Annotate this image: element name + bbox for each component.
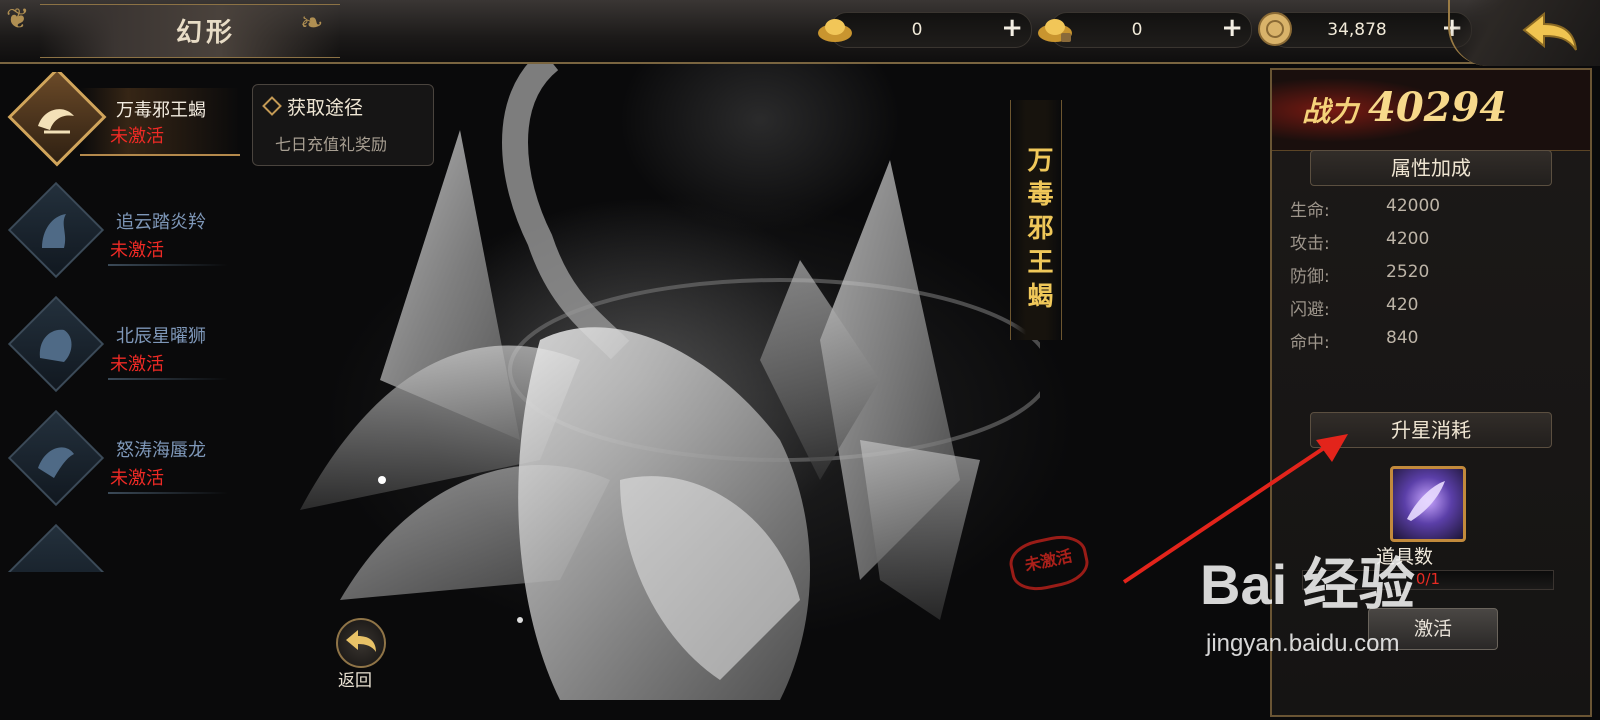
lion-icon <box>39 329 72 362</box>
attr-row: 攻击: 4200 <box>1290 229 1570 259</box>
add-gold-button[interactable]: + <box>1001 13 1023 43</box>
currency-bound-gold: 0 + <box>1038 12 1252 48</box>
attr-name: 防御: <box>1290 267 1330 287</box>
power-label: 战力 <box>1302 95 1359 128</box>
antelope-icon <box>42 214 66 248</box>
scorpion-icon <box>38 109 74 134</box>
attr-row: 生命: 42000 <box>1290 196 1570 226</box>
divider <box>108 264 228 266</box>
feather-item-icon <box>1407 481 1445 521</box>
attr-row: 命中: 840 <box>1290 328 1570 358</box>
form-name: 怒涛海蜃龙 <box>116 440 206 461</box>
upgrade-item-slot[interactable] <box>1390 466 1466 542</box>
bound-gold-ingot-icon <box>1038 19 1072 42</box>
form-status: 未激活 <box>110 126 164 147</box>
attr-section-title: 属性加成 <box>1310 150 1552 186</box>
divider <box>108 492 228 494</box>
attr-value: 840 <box>1386 328 1419 348</box>
currency-value: 34,878 <box>1327 20 1387 40</box>
diamond-icon <box>262 96 282 116</box>
form-name: 北辰星曜狮 <box>116 326 206 347</box>
watermark-url: jingyan.baidu.com <box>1206 630 1400 657</box>
currency-value: 0 <box>911 20 923 40</box>
form-list[interactable]: 万毒邪王蝎 未激活 追云踏炎羚 未激活 北辰星曜狮 未激活 怒涛海蜃龙 未激活 <box>0 72 240 572</box>
form-item[interactable]: 北辰星曜狮 未激活 <box>0 295 240 400</box>
attr-row: 防御: 2520 <box>1290 262 1570 292</box>
form-item[interactable]: 怒涛海蜃龙 未激活 <box>0 409 240 514</box>
combat-power: 战力 40294 <box>1272 70 1590 151</box>
baidu-watermark: Bai 经验 jingyan.baidu.com <box>1200 540 1580 670</box>
form-name: 追云踏炎羚 <box>116 212 206 233</box>
form-status: 未激活 <box>110 354 164 375</box>
coin-icon <box>1258 12 1292 46</box>
acquire-source: 七日充值礼奖励 <box>275 135 388 154</box>
divider <box>108 378 228 380</box>
add-bound-gold-button[interactable]: + <box>1221 13 1243 43</box>
attr-value: 42000 <box>1386 196 1441 216</box>
form-item[interactable]: 万毒邪王蝎 未激活 <box>0 72 240 172</box>
return-arrow-icon <box>346 630 376 652</box>
return-icon-ring <box>336 618 386 668</box>
back-arrow-icon <box>1522 11 1577 51</box>
page-title: 幻形 <box>176 18 237 48</box>
form-frame <box>7 523 105 572</box>
attr-name: 闪避: <box>1290 300 1330 320</box>
return-label: 返回 <box>338 671 372 691</box>
form-item[interactable] <box>0 523 240 572</box>
currency-coin: 34,878 + <box>1258 12 1472 48</box>
gold-ingot-icon <box>818 19 852 42</box>
back-button[interactable] <box>1448 0 1600 66</box>
currency-value: 0 <box>1131 20 1143 40</box>
ornament-icon: ❦ <box>6 2 30 35</box>
attr-value: 2520 <box>1386 262 1430 282</box>
return-button[interactable]: 返回 <box>332 618 388 691</box>
attr-name: 攻击: <box>1290 234 1330 254</box>
form-status: 未激活 <box>110 240 164 261</box>
acquire-source-box[interactable]: 获取途径 七日充值礼奖励 <box>252 84 434 166</box>
currency-gold: 0 + <box>818 12 1032 48</box>
form-name: 万毒邪王蝎 <box>116 100 206 121</box>
form-item[interactable]: 追云踏炎羚 未激活 <box>0 181 240 286</box>
banner-name: 万毒邪王蝎 <box>1023 146 1053 316</box>
attr-name: 生命: <box>1290 201 1330 221</box>
attr-value: 420 <box>1386 295 1419 315</box>
acquire-title: 获取途径 <box>287 97 364 119</box>
form-name-banner: 万毒邪王蝎 <box>1010 100 1062 340</box>
top-bar: ❦ ❧ 幻形 0 + 0 + 34,878 + <box>0 0 1600 66</box>
attr-name: 命中: <box>1290 333 1330 353</box>
watermark-brand: Bai 经验 <box>1200 553 1415 616</box>
form-status: 未激活 <box>110 468 164 489</box>
dragon-icon <box>38 447 74 478</box>
ornament-icon: ❧ <box>300 6 324 39</box>
power-value: 40294 <box>1368 84 1508 131</box>
attr-value: 4200 <box>1386 229 1430 249</box>
attr-row: 闪避: 420 <box>1290 295 1570 325</box>
